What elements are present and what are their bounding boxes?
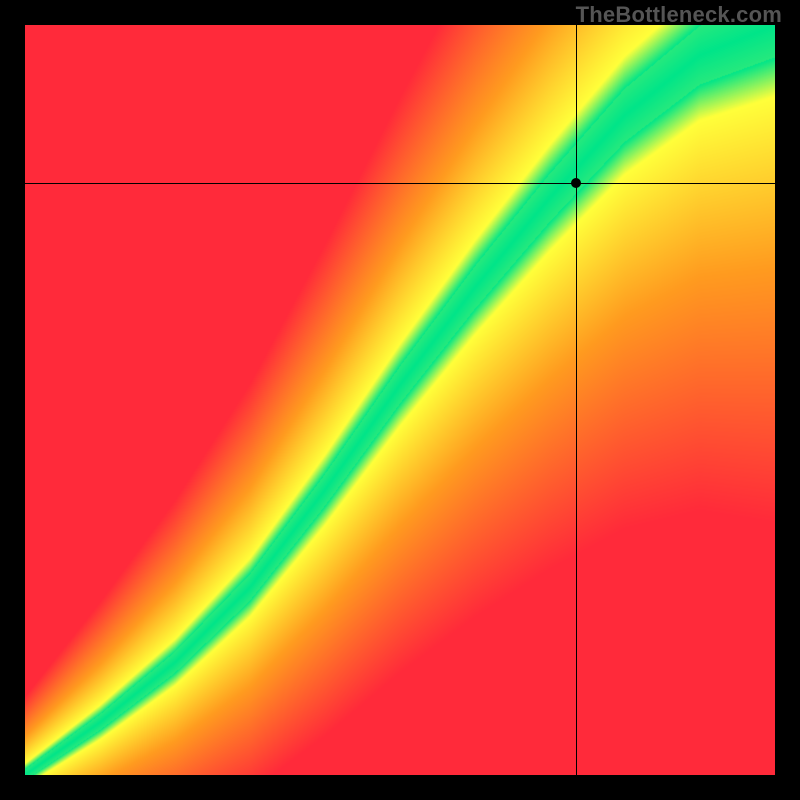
crosshair-horizontal (25, 183, 775, 184)
intersection-marker (571, 178, 581, 188)
heatmap-canvas (25, 25, 775, 775)
crosshair-vertical (576, 25, 577, 775)
heatmap-plot (25, 25, 775, 775)
watermark-text: TheBottleneck.com (576, 2, 782, 28)
